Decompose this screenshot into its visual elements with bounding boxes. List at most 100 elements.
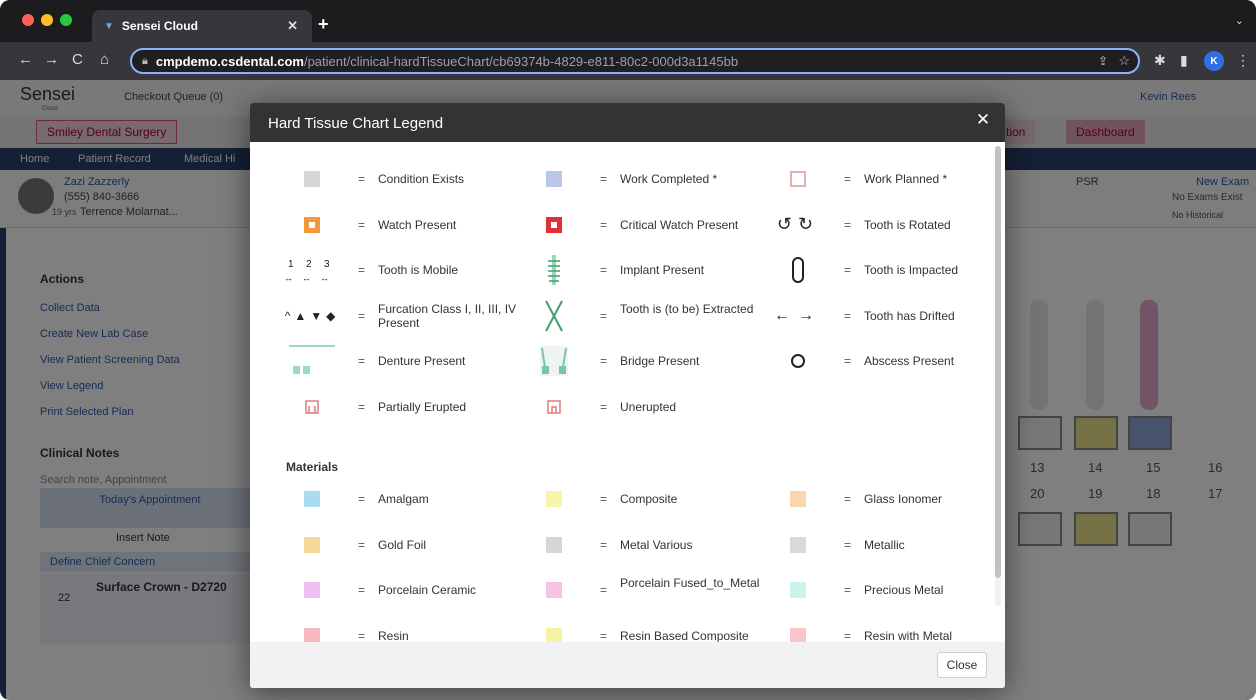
legend-entry: = Partially Erupted [274, 390, 514, 424]
bookmark-star-icon[interactable]: ☆ [1118, 53, 1130, 69]
watch-icon [274, 208, 350, 242]
equals-sign: = [358, 217, 366, 232]
equals-sign: = [844, 308, 852, 323]
work-completed-icon [516, 162, 592, 196]
furcation-icon: ^▲▼◆ [284, 308, 340, 323]
legend-label: Tooth is Impacted [864, 263, 959, 277]
window-close-icon[interactable] [22, 14, 34, 26]
material-entry: = Porcelain Fused_to_Metal [516, 573, 759, 607]
equals-sign: = [358, 628, 366, 643]
extensions-icon[interactable]: ✱ [1154, 52, 1166, 69]
mobile-icon: 1 2 3 ↔ ↔ ↔ [274, 253, 350, 287]
home-icon[interactable]: ⌂ [100, 51, 109, 68]
window-minimize-icon[interactable] [41, 14, 53, 26]
materials-heading: Materials [286, 460, 339, 474]
drift-icon: ←→ [774, 306, 822, 324]
share-icon[interactable]: ⇪ [1098, 54, 1108, 68]
legend-entry: = Watch Present [274, 208, 514, 242]
material-swatch [760, 528, 836, 562]
legend-label: Unerupted [620, 399, 677, 414]
material-entry: = Metal Various [516, 528, 756, 562]
legend-entry: ^▲▼◆ = Furcation Class I, II, III, IV Pres… [274, 299, 516, 333]
svg-text:↔: ↔ [302, 273, 311, 283]
equals-sign: = [600, 263, 608, 277]
material-label: Metal Various [620, 537, 693, 552]
equals-sign: = [844, 172, 852, 186]
modal-header: Hard Tissue Chart Legend ✕ [250, 103, 1005, 142]
material-swatch [516, 573, 592, 607]
legend-entry: = Unerupted [516, 390, 756, 424]
browser-menu-icon[interactable]: ⋮ [1236, 52, 1250, 69]
equals-sign: = [358, 354, 366, 368]
equals-sign: = [600, 628, 608, 643]
legend-label: Tooth is Rotated [864, 217, 951, 232]
new-tab-icon[interactable]: + [318, 14, 329, 35]
legend-entry: = Work Completed * [516, 162, 756, 196]
svg-text:3: 3 [324, 259, 330, 270]
browser-toolbar: ← → C ⌂ 🔒︎ cmpdemo.csdental.com /patient… [0, 42, 1256, 80]
window-zoom-icon[interactable] [60, 14, 72, 26]
legend-label: Work Completed * [620, 172, 718, 186]
equals-sign: = [358, 583, 366, 597]
legend-entry: = Implant Present [516, 253, 756, 287]
implant-icon [516, 253, 592, 287]
equals-sign: = [844, 354, 852, 368]
modal-footer: Close [250, 642, 1005, 688]
reload-icon[interactable]: C [72, 51, 83, 68]
legend-label: Condition Exists [378, 172, 465, 186]
equals-sign: = [600, 172, 608, 186]
legend-entry: = Tooth is Impacted [760, 253, 1000, 287]
equals-sign: = [358, 308, 366, 323]
legend-entry: = Tooth is (to be) Extracted [516, 299, 756, 333]
legend-entry: 1 2 3 ↔ ↔ ↔ = Tooth is Mobile [274, 253, 514, 287]
legend-label: Bridge Present [620, 354, 700, 368]
back-icon[interactable]: ← [18, 51, 33, 68]
svg-text:2: 2 [306, 259, 312, 270]
material-entry: = Resin with Metal [760, 619, 1000, 642]
material-entry: = Resin [274, 619, 514, 643]
legend-label: Implant Present [620, 263, 705, 277]
condition-exists-icon [274, 162, 350, 196]
material-label: Composite [620, 492, 678, 506]
legend-label: Furcation Class I, II, III, IV Present [378, 301, 517, 330]
equals-sign: = [844, 583, 852, 597]
tab-close-icon[interactable]: ✕ [287, 18, 298, 34]
material-entry: = Metallic [760, 528, 1000, 562]
legend-entry: ←→ = Tooth has Drifted [760, 299, 1000, 333]
equals-sign: = [844, 492, 852, 506]
equals-sign: = [600, 399, 608, 414]
modal-close-icon[interactable]: ✕ [973, 111, 993, 131]
legend-label: Work Planned * [864, 172, 948, 186]
critical-watch-icon [516, 208, 592, 242]
browser-tab-title: Sensei Cloud [121, 19, 198, 33]
legend-label: Watch Present [378, 217, 457, 232]
forward-icon[interactable]: → [44, 51, 59, 68]
sidepanel-icon[interactable]: ▮ [1180, 52, 1188, 69]
modal-title: Hard Tissue Chart Legend [268, 115, 444, 132]
tab-search-icon[interactable]: ⌄ [1235, 14, 1244, 27]
material-swatch [274, 573, 350, 607]
material-label: Gold Foil [378, 537, 427, 552]
close-button[interactable]: Close [937, 652, 987, 678]
material-label: Resin [378, 628, 409, 643]
browser-tab-bar: ▼ Sensei Cloud ✕ + ⌄ [0, 0, 1256, 42]
address-bar[interactable]: 🔒︎ cmpdemo.csdental.com /patient/clinica… [130, 48, 1140, 74]
profile-avatar[interactable]: K [1204, 51, 1224, 71]
browser-tab[interactable]: ▼ Sensei Cloud ✕ [92, 10, 312, 42]
equals-sign: = [844, 217, 852, 232]
scrollbar-thumb[interactable] [995, 146, 1001, 578]
extract-icon [516, 299, 592, 333]
browser-window: ▼ Sensei Cloud ✕ + ⌄ ← → C ⌂ 🔒︎ cmpdemo.… [0, 0, 1256, 700]
partially-erupted-icon [274, 390, 350, 424]
material-label: Resin with Metal [864, 628, 953, 643]
equals-sign: = [600, 537, 608, 552]
material-entry: = Glass Ionomer [760, 482, 1000, 516]
legend-label: Tooth has Drifted [864, 308, 955, 323]
material-label: Glass Ionomer [864, 492, 943, 506]
material-label: Porcelain Fused_to_Metal [620, 576, 760, 590]
url-host: cmpdemo.csdental.com [155, 53, 304, 69]
material-entry: = Composite [516, 482, 756, 516]
modal-body[interactable]: = Condition Exists = Work Completed * = Work … [250, 142, 1005, 642]
svg-text:↔: ↔ [284, 273, 293, 283]
svg-text:1: 1 [288, 259, 294, 270]
